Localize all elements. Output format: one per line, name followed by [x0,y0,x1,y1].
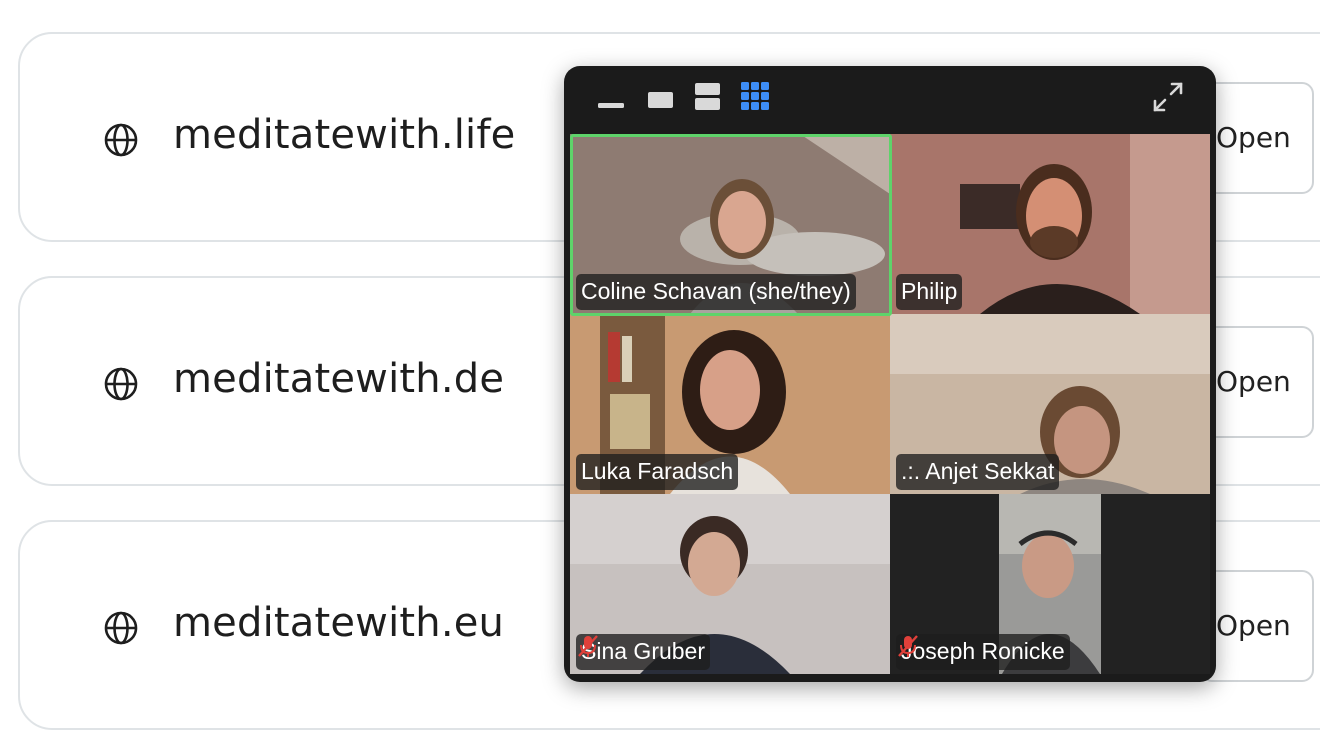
participant-tile[interactable]: Luka Faradsch [570,314,890,494]
video-call-window[interactable]: Coline Schavan (she/they) Philip Luka Fa… [564,66,1216,682]
minimize-icon[interactable] [598,100,624,110]
participant-name-tag: .:. Anjet Sekkat [896,454,1060,490]
participant-name-tag: Coline Schavan (she/they) [576,274,856,310]
participant-name: Philip [901,278,958,304]
participant-tile[interactable]: Joseph Ronicke [890,494,1210,674]
open-button[interactable]: Open [1200,82,1314,194]
participant-name-tag: Sina Gruber [576,634,711,670]
domain-name: meditatewith.life [173,112,516,158]
open-button[interactable]: Open [1200,326,1314,438]
globe-icon [104,611,138,645]
speaker-view-icon[interactable] [648,90,674,110]
participant-name-tag: Joseph Ronicke [896,634,1070,670]
globe-icon [104,123,138,157]
expand-icon[interactable] [1152,81,1184,113]
muted-mic-icon [898,635,918,657]
stacked-view-icon[interactable] [695,83,721,111]
participant-name-tag: Luka Faradsch [576,454,739,490]
globe-icon [104,367,138,401]
open-button[interactable]: Open [1200,570,1314,682]
domain-name: meditatewith.eu [173,600,505,646]
participant-tile[interactable]: .:. Anjet Sekkat [890,314,1210,494]
gallery-view-icon[interactable] [741,82,771,112]
participant-name: .:. Anjet Sekkat [901,458,1055,484]
video-call-toolbar [564,66,1216,132]
participant-tile[interactable]: Sina Gruber [570,494,890,674]
participant-name-tag: Philip [896,274,963,310]
domain-name: meditatewith.de [173,356,505,402]
muted-mic-icon [578,635,598,657]
participant-name: Luka Faradsch [581,458,734,484]
participant-tile[interactable]: Coline Schavan (she/they) [570,134,890,314]
participant-name: Joseph Ronicke [901,638,1065,664]
participant-tile[interactable]: Philip [890,134,1210,314]
participant-name: Coline Schavan (she/they) [581,278,851,304]
